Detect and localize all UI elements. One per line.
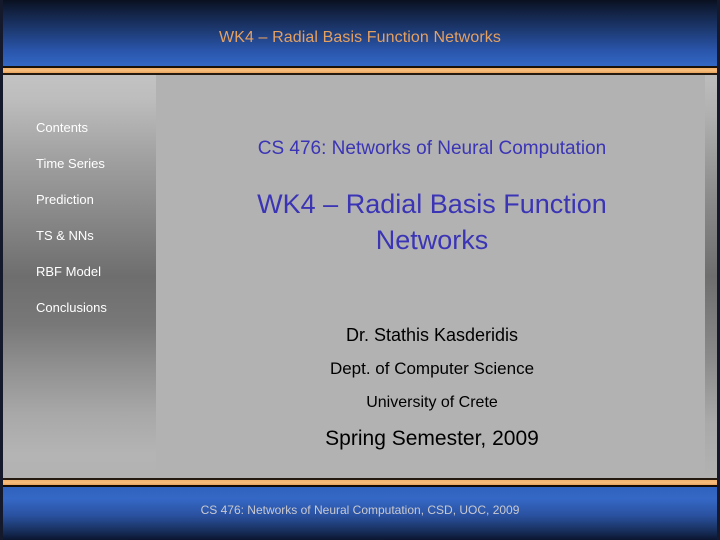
sidebar-item-rbf-model[interactable]: RBF Model <box>36 264 156 280</box>
footer-divider-bottom <box>0 485 720 487</box>
sidebar-nav: Contents Time Series Prediction TS & NNs… <box>0 75 156 336</box>
author-block: Dr. Stathis Kasderidis Dept. of Computer… <box>156 318 708 458</box>
footer-text: CS 476: Networks of Neural Computation, … <box>200 503 520 517</box>
sidebar-item-time-series[interactable]: Time Series <box>36 156 156 172</box>
sidebar-item-contents[interactable]: Contents <box>36 120 156 136</box>
deck-title: WK4 – Radial Basis Function Networks <box>186 186 678 258</box>
slide-border-left <box>0 0 3 540</box>
footer-band: CS 476: Networks of Neural Computation, … <box>0 487 720 540</box>
sidebar-item-prediction[interactable]: Prediction <box>36 192 156 208</box>
author-department: Dept. of Computer Science <box>329 359 535 378</box>
sidebar-item-conclusions[interactable]: Conclusions <box>36 300 156 316</box>
author-university: University of Crete <box>366 394 498 411</box>
header-band: WK4 – Radial Basis Function Networks <box>0 0 720 66</box>
sidebar-item-ts-and-nns[interactable]: TS & NNs <box>36 228 156 244</box>
semester-term: Spring Semester, 2009 <box>325 427 539 450</box>
header-divider-bottom <box>0 73 720 75</box>
course-subtitle: CS 476: Networks of Neural Computation <box>257 138 607 159</box>
deck-title-line-2: Networks <box>375 225 489 255</box>
slide-canvas: WK4 – Radial Basis Function Networks Con… <box>0 0 720 540</box>
header-title: WK4 – Radial Basis Function Networks <box>219 29 501 46</box>
author-name: Dr. Stathis Kasderidis <box>345 325 519 345</box>
slide-content: CS 476: Networks of Neural Computation W… <box>156 75 708 478</box>
deck-title-line-1: WK4 – Radial Basis Function <box>257 189 607 219</box>
